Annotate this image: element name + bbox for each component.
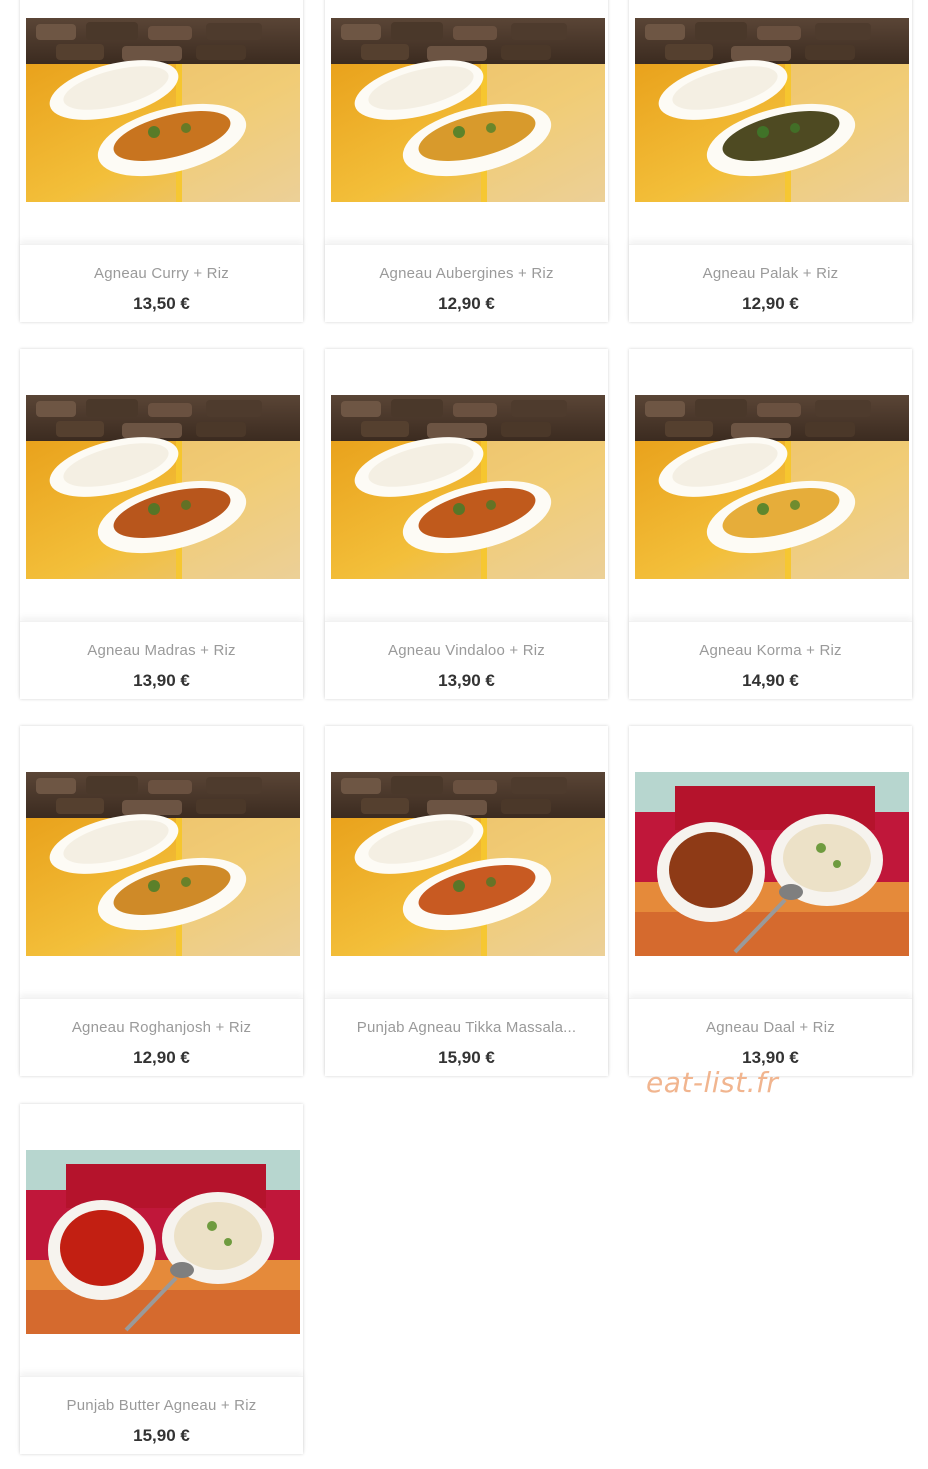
product-card[interactable]: Punjab Agneau Tikka Massala... 15,90 €: [325, 726, 608, 1076]
product-name[interactable]: Punjab Butter Agneau + Riz: [28, 1397, 295, 1414]
product-card[interactable]: Agneau Aubergines + Riz 12,90 €: [325, 0, 608, 322]
product-price: 13,90 €: [742, 1048, 799, 1067]
product-name[interactable]: Agneau Aubergines + Riz: [333, 265, 600, 282]
product-info: Agneau Aubergines + Riz 12,90 €: [325, 244, 608, 323]
product-price: 13,50 €: [133, 294, 190, 313]
lamb-korma-with-rice-photo[interactable]: [635, 395, 909, 579]
product-name[interactable]: Punjab Agneau Tikka Massala...: [333, 1019, 600, 1036]
product-info: Agneau Curry + Riz 13,50 €: [20, 244, 303, 323]
product-name[interactable]: Agneau Madras + Riz: [28, 642, 295, 659]
product-price: 15,90 €: [438, 1048, 495, 1067]
product-name[interactable]: Agneau Korma + Riz: [637, 642, 904, 659]
lamb-madras-with-rice-photo[interactable]: [26, 395, 300, 579]
butter-lamb-with-rice-photo[interactable]: [26, 1150, 300, 1334]
product-card[interactable]: Agneau Roghanjosh + Riz 12,90 €: [20, 726, 303, 1076]
product-price: 15,90 €: [133, 1426, 190, 1445]
product-price: 14,90 €: [742, 671, 799, 690]
product-info: Agneau Madras + Riz 13,90 €: [20, 621, 303, 700]
product-price: 12,90 €: [133, 1048, 190, 1067]
lamb-daal-with-rice-photo[interactable]: [635, 772, 909, 956]
product-info: Agneau Vindaloo + Riz 13,90 €: [325, 621, 608, 700]
product-info: Agneau Roghanjosh + Riz 12,90 €: [20, 998, 303, 1077]
product-price: 12,90 €: [438, 294, 495, 313]
product-info: Punjab Butter Agneau + Riz 15,90 €: [20, 1376, 303, 1455]
product-price: 12,90 €: [742, 294, 799, 313]
product-card[interactable]: Punjab Butter Agneau + Riz 15,90 €: [20, 1104, 303, 1454]
product-name[interactable]: Agneau Curry + Riz: [28, 265, 295, 282]
product-info: Punjab Agneau Tikka Massala... 15,90 €: [325, 998, 608, 1077]
product-name[interactable]: Agneau Vindaloo + Riz: [333, 642, 600, 659]
lamb-vindaloo-with-rice-photo[interactable]: [331, 395, 605, 579]
lamb-spinach-with-rice-photo[interactable]: [635, 18, 909, 202]
lamb-eggplant-with-rice-photo[interactable]: [331, 18, 605, 202]
product-name[interactable]: Agneau Palak + Riz: [637, 265, 904, 282]
product-price: 13,90 €: [438, 671, 495, 690]
product-price: 13,90 €: [133, 671, 190, 690]
product-card[interactable]: Agneau Daal + Riz 13,90 €: [629, 726, 912, 1076]
watermark: eat-list.fr: [646, 1066, 779, 1099]
product-card[interactable]: Agneau Palak + Riz 12,90 €: [629, 0, 912, 322]
product-info: Agneau Korma + Riz 14,90 €: [629, 621, 912, 700]
product-card[interactable]: Agneau Madras + Riz 13,90 €: [20, 349, 303, 699]
lamb-roghanjosh-with-rice-photo[interactable]: [26, 772, 300, 956]
lamb-curry-with-rice-photo[interactable]: [26, 18, 300, 202]
product-name[interactable]: Agneau Roghanjosh + Riz: [28, 1019, 295, 1036]
product-name[interactable]: Agneau Daal + Riz: [637, 1019, 904, 1036]
product-info: Agneau Palak + Riz 12,90 €: [629, 244, 912, 323]
lamb-tikka-masala-with-rice-photo[interactable]: [331, 772, 605, 956]
product-card[interactable]: Agneau Korma + Riz 14,90 €: [629, 349, 912, 699]
product-card[interactable]: Agneau Curry + Riz 13,50 €: [20, 0, 303, 322]
product-card[interactable]: Agneau Vindaloo + Riz 13,90 €: [325, 349, 608, 699]
